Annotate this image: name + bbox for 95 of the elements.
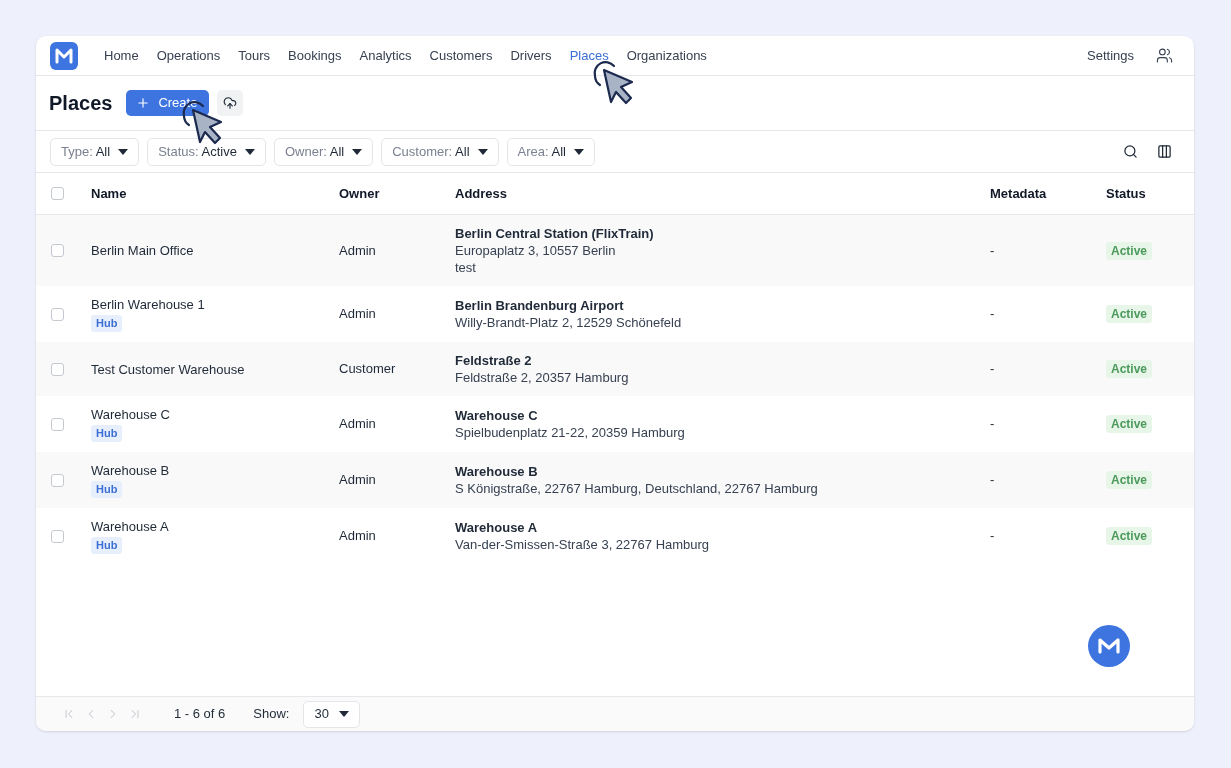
- address-line: test: [455, 259, 476, 276]
- owner-text: Admin: [339, 528, 376, 544]
- metadata-text: -: [990, 528, 995, 544]
- address-title: Berlin Brandenburg Airport: [455, 297, 624, 314]
- filter-dropdown[interactable]: Owner: All: [273, 137, 374, 166]
- filter-dropdown[interactable]: Customer: All: [381, 137, 499, 166]
- place-name: Warehouse A: [91, 518, 169, 535]
- metadata-text: -: [990, 416, 995, 432]
- address-line: Van-der-Smissen-Straße 3, 22767 Hamburg: [455, 536, 710, 553]
- address-line: Spielbudenplatz 21-22, 20359 Hamburg: [455, 424, 685, 441]
- status-badge: Active: [1106, 360, 1153, 379]
- address-title: Feldstraße 2: [455, 352, 532, 369]
- search-icon: [1122, 144, 1138, 159]
- column-header[interactable]: Owner: [339, 185, 380, 201]
- owner-text: Admin: [339, 306, 376, 322]
- hub-tag: Hub: [91, 481, 123, 498]
- nav-link[interactable]: Customers: [429, 45, 493, 66]
- caret-icon: [338, 711, 349, 717]
- address-line: S Königstraße, 22767 Hamburg, Deutschland, 22767 Hamburg: [455, 480, 818, 497]
- upload-button[interactable]: [217, 90, 244, 116]
- checkbox[interactable]: [51, 307, 64, 321]
- owner-text: Customer: [339, 361, 396, 377]
- filter-dropdown[interactable]: Area: All: [506, 137, 595, 166]
- show-label: Show:: [253, 705, 290, 724]
- columns-icon: [1156, 144, 1172, 159]
- column-header[interactable]: Status: [1106, 185, 1146, 201]
- place-name: Warehouse B: [91, 462, 170, 479]
- checkbox[interactable]: [51, 473, 64, 487]
- hub-tag: Hub: [91, 537, 123, 554]
- filter-dropdown[interactable]: Status: Active: [147, 137, 266, 166]
- column-header[interactable]: Name: [91, 185, 127, 201]
- table-row[interactable]: Warehouse B Hub Admin Warehouse B S Königstraße, 22767 Hamburg, Deutschland, 22767 Hamburg - Active: [36, 452, 1194, 508]
- nav-link[interactable]: Tours: [238, 45, 271, 66]
- address-title: Berlin Central Station (FlixTrain): [455, 225, 654, 242]
- place-name: Berlin Warehouse 1: [91, 296, 205, 313]
- logo-fab-icon[interactable]: [1088, 625, 1130, 667]
- chevron-last-icon: [128, 707, 142, 721]
- caret-icon: [573, 148, 584, 155]
- table-row[interactable]: Warehouse C Hub Admin Warehouse C Spielbudenplatz 21-22, 20359 Hamburg - Active: [36, 396, 1194, 452]
- status-badge: Active: [1106, 471, 1153, 490]
- caret-icon: [118, 148, 129, 155]
- metadata-text: -: [990, 242, 995, 258]
- table-row[interactable]: Berlin Warehouse 1 Hub Admin Berlin Brandenburg Airport Willy-Brandt-Platz 2, 12529 Schönefeld - Active: [36, 286, 1194, 342]
- nav-link[interactable]: Places: [569, 45, 609, 66]
- nav-link[interactable]: Organizations: [626, 45, 707, 66]
- nav-link[interactable]: Bookings: [288, 45, 342, 66]
- column-header[interactable]: Address: [455, 185, 508, 201]
- address-line: Europaplatz 3, 10557 Berlin: [455, 242, 616, 259]
- table-row[interactable]: Berlin Main Office Admin Berlin Central Station (FlixTrain) Europaplatz 3, 10557 Berlin test - Active: [36, 215, 1194, 286]
- nav-link[interactable]: Operations: [156, 45, 221, 66]
- caret-icon: [477, 148, 488, 155]
- nav-link[interactable]: Analytics: [359, 45, 412, 66]
- table-row[interactable]: Warehouse A Hub Admin Warehouse A Van-der-Smissen-Straße 3, 22767 Hamburg - Active: [36, 508, 1194, 564]
- nav-link[interactable]: Drivers: [510, 45, 552, 66]
- users-icon: [1155, 47, 1173, 64]
- table-row[interactable]: Test Customer Warehouse Customer Feldstraße 2 Feldstraße 2, 20357 Hamburg - Active: [36, 342, 1194, 396]
- chevron-first-icon: [62, 707, 76, 721]
- status-badge: Active: [1106, 527, 1153, 546]
- place-name: Warehouse C: [91, 406, 170, 423]
- address-title: Warehouse C: [455, 407, 538, 424]
- column-header[interactable]: Metadata: [990, 185, 1047, 201]
- hub-tag: Hub: [91, 425, 123, 442]
- owner-text: Admin: [339, 472, 376, 488]
- page-title: Places: [49, 91, 113, 116]
- metadata-text: -: [990, 306, 995, 322]
- status-badge: Active: [1106, 305, 1153, 324]
- page-range-text: 1 - 6 of 6: [174, 705, 226, 724]
- status-badge: Active: [1106, 415, 1153, 434]
- nav-link[interactable]: Home: [104, 45, 139, 66]
- create-button[interactable]: Create: [126, 90, 210, 116]
- address-title: Warehouse B: [455, 463, 538, 480]
- owner-text: Admin: [339, 242, 376, 258]
- checkbox[interactable]: [51, 417, 64, 431]
- address-line: Feldstraße 2, 20357 Hamburg: [455, 369, 629, 386]
- address-line: Willy-Brandt-Platz 2, 12529 Schönefeld: [455, 314, 682, 331]
- caret-icon: [244, 148, 255, 155]
- address-title: Warehouse A: [455, 519, 538, 536]
- metadata-text: -: [990, 361, 995, 377]
- page-size-select[interactable]: 30: [303, 700, 360, 728]
- checkbox[interactable]: [51, 187, 64, 200]
- hub-tag: Hub: [91, 315, 123, 332]
- filter-dropdown[interactable]: Type: All: [50, 137, 140, 166]
- checkbox[interactable]: [51, 529, 64, 543]
- owner-text: Admin: [339, 416, 376, 432]
- metadata-text: -: [990, 472, 995, 488]
- status-badge: Active: [1106, 241, 1153, 260]
- cloud-upload-icon: [223, 96, 238, 110]
- plus-icon: [136, 96, 151, 110]
- settings-link[interactable]: Settings: [1087, 45, 1134, 66]
- checkbox[interactable]: [51, 362, 64, 376]
- caret-icon: [352, 148, 363, 155]
- logo-icon[interactable]: [50, 41, 78, 70]
- place-name: Berlin Main Office: [91, 242, 194, 259]
- place-name: Test Customer Warehouse: [91, 360, 245, 378]
- checkbox[interactable]: [51, 244, 64, 257]
